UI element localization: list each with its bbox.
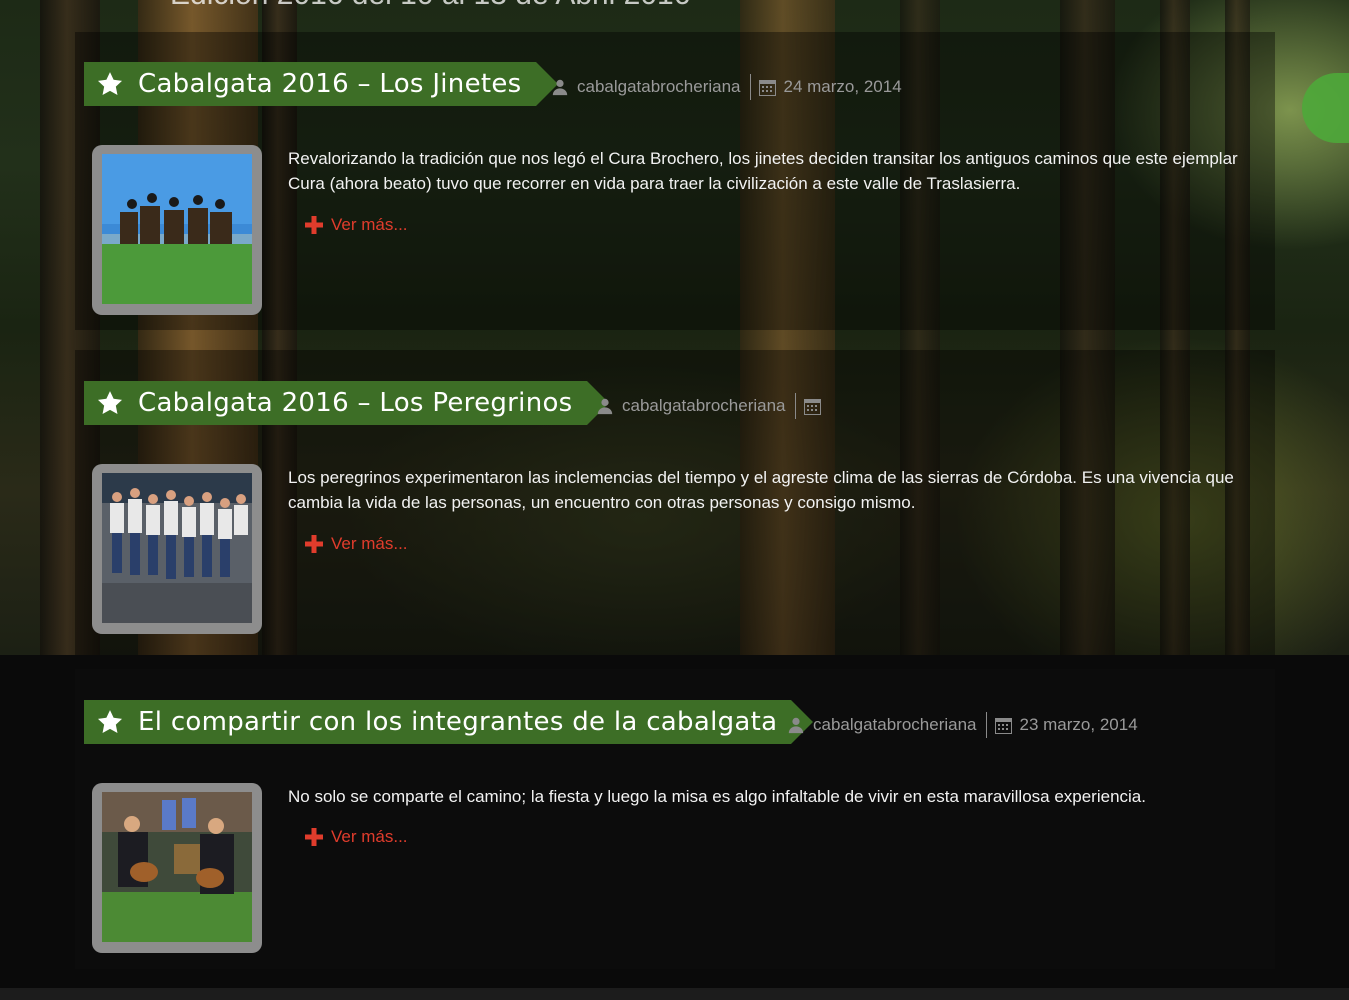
post-excerpt: No solo se comparte el camino; la fiesta…: [288, 787, 1146, 806]
post-title-ribbon[interactable]: Cabalgata 2016 – Los Jinetes: [84, 62, 558, 106]
plus-icon: [305, 216, 323, 234]
post-meta: cabalgatabrocheriana: [596, 393, 829, 419]
post-date: 23 marzo, 2014: [1019, 715, 1138, 734]
read-more-label[interactable]: Ver más...: [331, 534, 408, 554]
post-thumbnail[interactable]: [92, 783, 262, 953]
post-thumbnail[interactable]: [92, 145, 262, 315]
star-icon: [96, 708, 124, 736]
page-header-text: Edición 2016 del 10 al 13 de Abril 2016: [170, 0, 690, 12]
post-title[interactable]: Cabalgata 2016 – Los Jinetes: [138, 69, 522, 99]
calendar-icon: [758, 78, 776, 96]
read-more-label[interactable]: Ver más...: [331, 215, 408, 235]
meta-divider: [985, 712, 987, 738]
user-icon: [551, 78, 569, 96]
meta-divider: [749, 74, 751, 100]
post-image[interactable]: [102, 473, 252, 623]
post-title-ribbon[interactable]: Cabalgata 2016 – Los Peregrinos: [84, 381, 609, 425]
post-meta: cabalgatabrocheriana 23 marzo, 2014: [787, 712, 1138, 738]
post-author-link[interactable]: cabalgatabrocheriana: [577, 77, 741, 97]
post-excerpt: Revalorizando la tradición que nos legó …: [288, 149, 1238, 193]
read-more-link[interactable]: Ver más...: [305, 827, 408, 847]
star-icon: [96, 389, 124, 417]
post-card: Cabalgata 2016 – Los Jinetes cabalgatabr…: [75, 32, 1275, 330]
post-card: El compartir con los integrantes de la c…: [75, 669, 1275, 969]
post-meta: cabalgatabrocheriana 24 marzo, 2014: [551, 74, 902, 100]
post-thumbnail[interactable]: [92, 464, 262, 634]
read-more-label[interactable]: Ver más...: [331, 827, 408, 847]
user-icon: [596, 397, 614, 415]
post-title[interactable]: El compartir con los integrantes de la c…: [138, 707, 777, 737]
footer-strip: [0, 988, 1349, 1000]
post-excerpt: Los peregrinos experimentaron las inclem…: [288, 468, 1234, 512]
post-date: 24 marzo, 2014: [783, 77, 902, 96]
user-icon: [787, 716, 805, 734]
post-image[interactable]: [102, 792, 252, 942]
post-author-link[interactable]: cabalgatabrocheriana: [813, 715, 977, 735]
star-icon: [96, 70, 124, 98]
plus-icon: [305, 828, 323, 846]
post-title-ribbon[interactable]: El compartir con los integrantes de la c…: [84, 700, 814, 744]
calendar-icon: [994, 716, 1012, 734]
read-more-link[interactable]: Ver más...: [305, 534, 408, 554]
plus-icon: [305, 535, 323, 553]
post-card: Cabalgata 2016 – Los Peregrinos cabalgat…: [75, 350, 1275, 655]
post-image[interactable]: [102, 154, 252, 304]
post-title[interactable]: Cabalgata 2016 – Los Peregrinos: [138, 388, 573, 418]
read-more-link[interactable]: Ver más...: [305, 215, 408, 235]
meta-divider: [794, 393, 796, 419]
calendar-icon: [803, 397, 821, 415]
post-author-link[interactable]: cabalgatabrocheriana: [622, 396, 786, 416]
